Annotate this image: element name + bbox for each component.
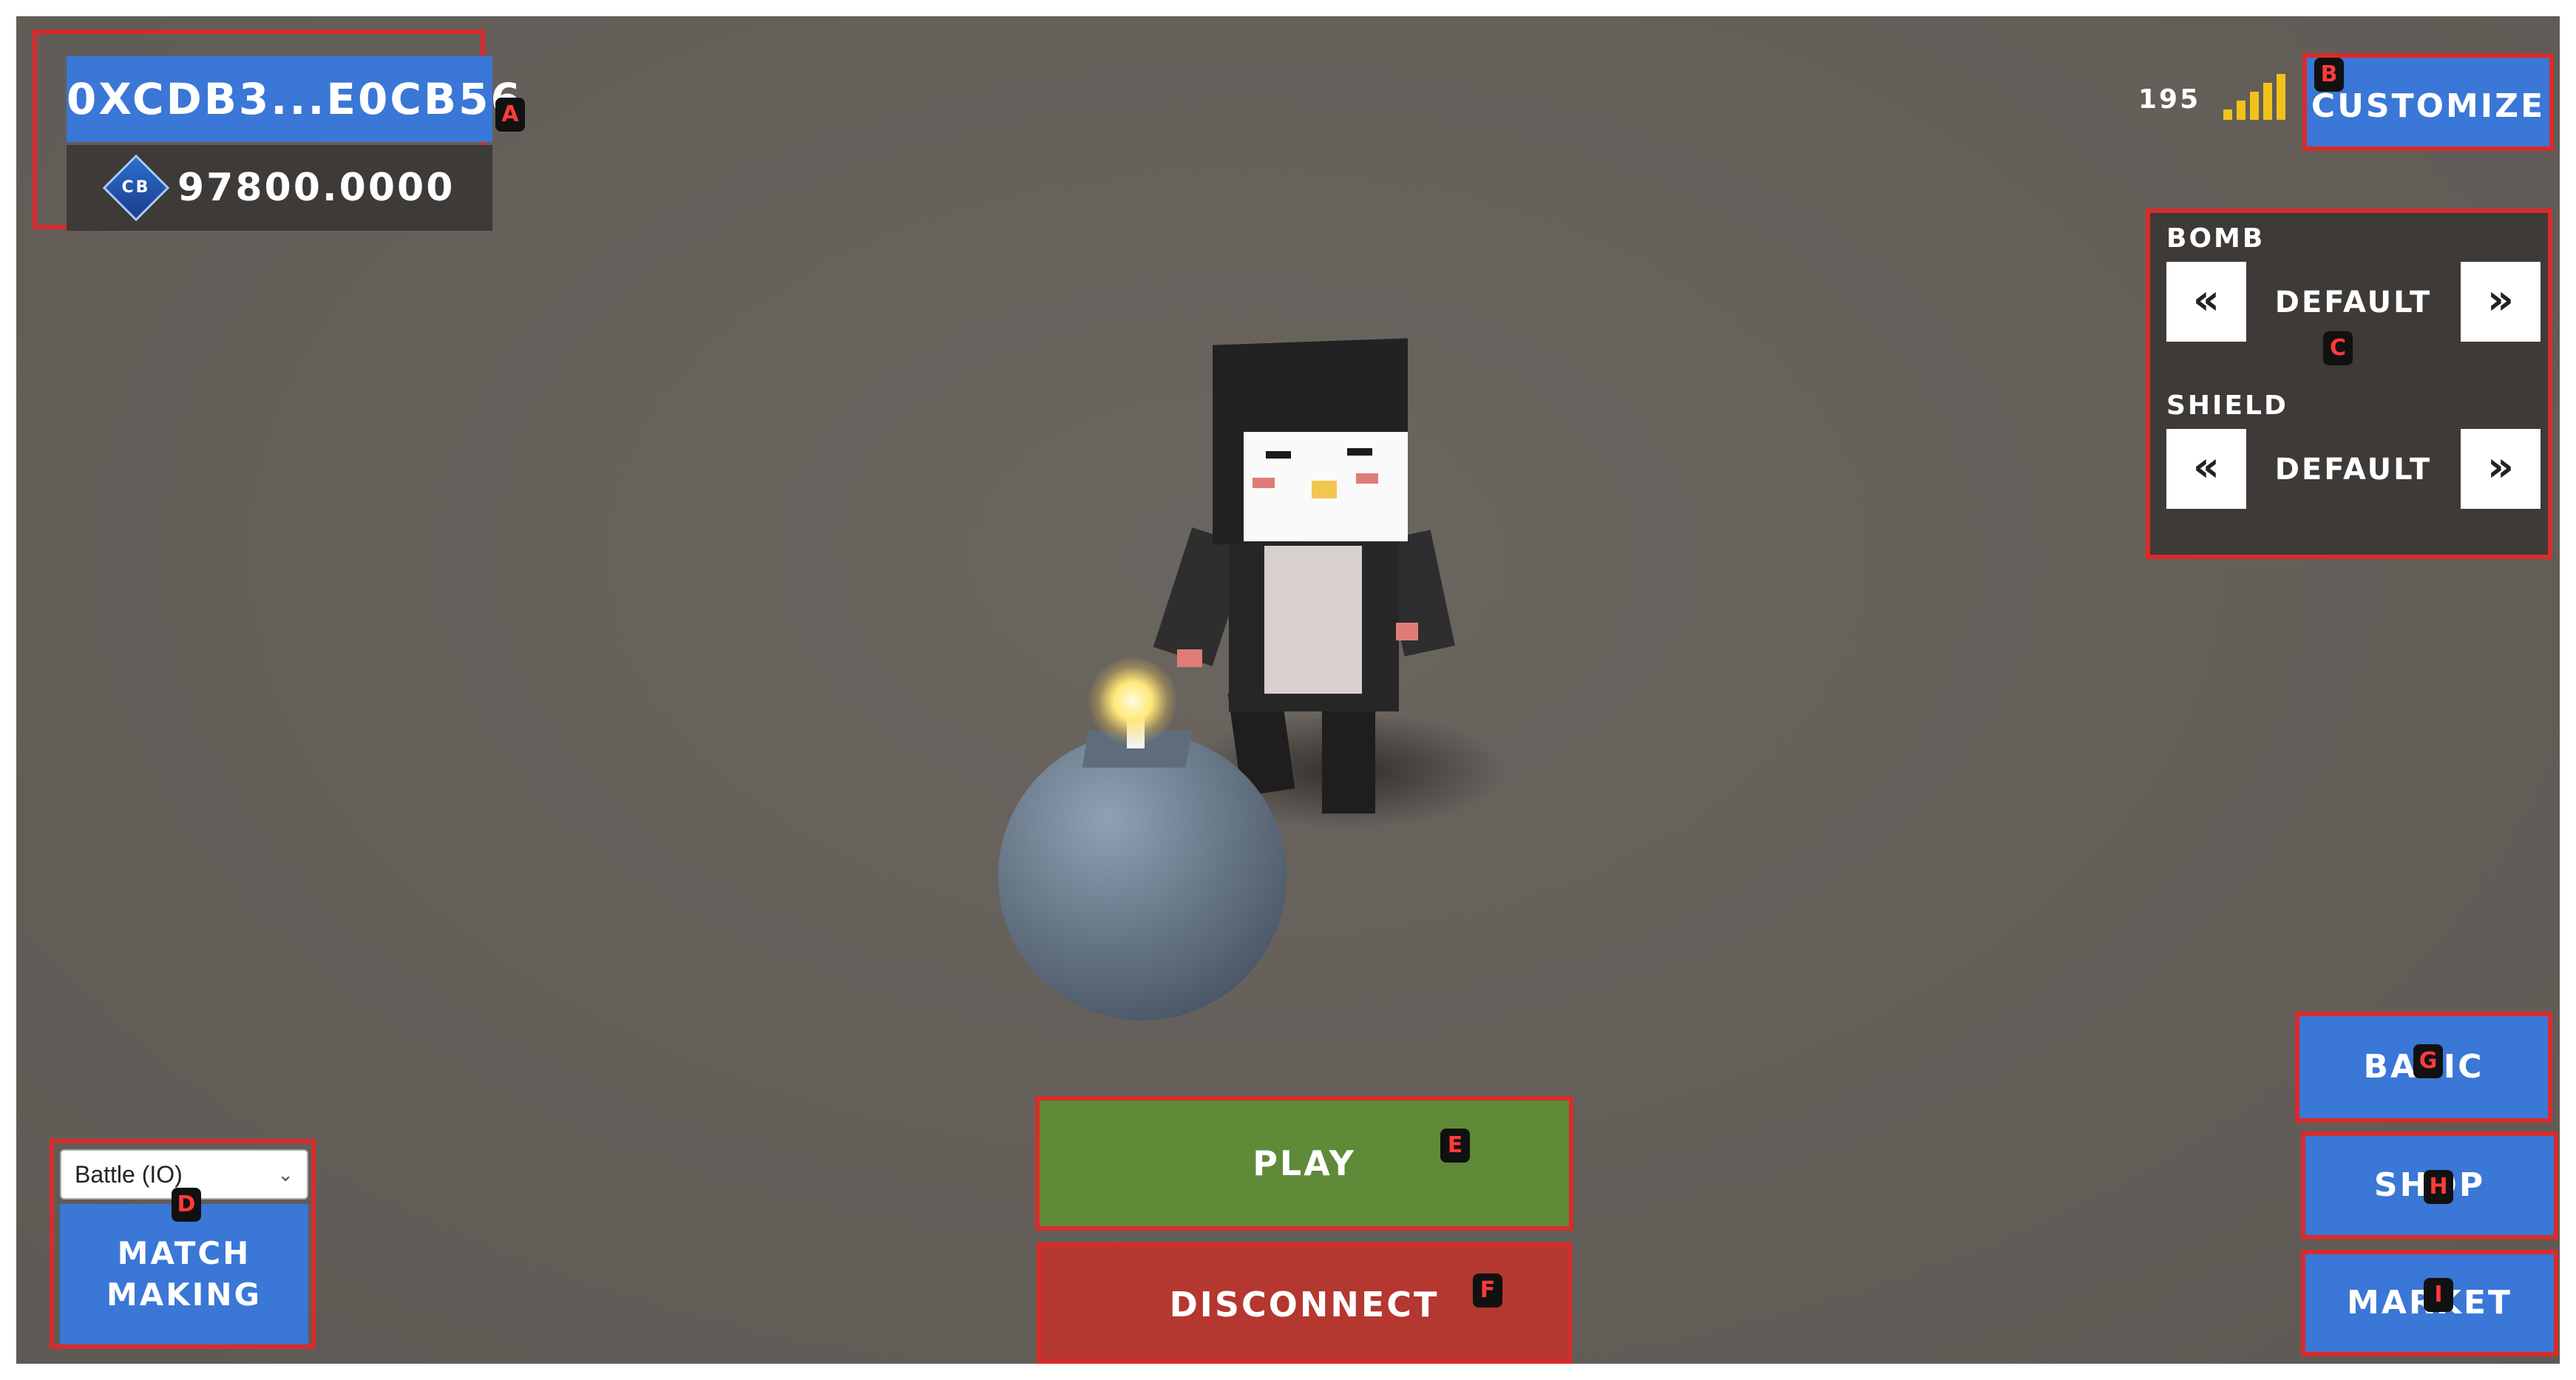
character-beak (1312, 481, 1337, 498)
marker-f: F (1473, 1274, 1502, 1308)
shield-prev-button[interactable]: « (2166, 429, 2246, 509)
matchmaking-label-line2: MAKING (106, 1276, 262, 1313)
play-button[interactable]: PLAY (1035, 1096, 1573, 1231)
character-left-hand (1177, 649, 1202, 667)
bomb-prev-button[interactable]: « (2166, 262, 2246, 342)
marker-a: A (495, 98, 525, 132)
coin-icon: CB (102, 154, 170, 222)
chevron-down-icon: ⌄ (277, 1163, 294, 1185)
marker-e: E (1440, 1129, 1470, 1163)
wallet-panel: 0XCDB3...E0CB56 CB 97800.0000 (33, 30, 521, 231)
marker-h: H (2424, 1170, 2453, 1204)
shield-label: SHIELD (2166, 390, 2288, 421)
bomb-label: BOMB (2166, 223, 2265, 254)
wallet-balance: 97800.0000 (177, 166, 455, 210)
bomb-selection: DEFAULT (2274, 285, 2433, 319)
bomb-next-button[interactable]: » (2461, 262, 2541, 342)
character-right-leg (1322, 703, 1375, 814)
marker-c: C (2323, 331, 2353, 365)
matchmaking-button[interactable]: MATCH MAKING (60, 1204, 308, 1345)
matchmaking-panel: Battle (IO) ⌄ MATCH MAKING (50, 1139, 316, 1349)
marker-g: G (2413, 1044, 2443, 1078)
marker-i: I (2424, 1278, 2453, 1312)
wallet-balance-row: CB 97800.0000 (67, 145, 492, 231)
character-right-eye (1347, 448, 1372, 456)
matchmaking-label-line1: MATCH (117, 1235, 251, 1271)
character-belly (1264, 546, 1362, 694)
character-right-hand (1396, 623, 1418, 640)
character-right-cheek (1356, 473, 1378, 484)
loadout-panel: BOMB « DEFAULT » SHIELD « DEFAULT » (2146, 209, 2552, 559)
signal-bars-icon (2223, 74, 2290, 120)
character-left-eye (1266, 451, 1291, 459)
game-mode-value: Battle (IO) (75, 1161, 183, 1188)
character-left-cheek (1253, 478, 1275, 488)
ping-value: 195 (2138, 84, 2201, 115)
bomb-model (998, 732, 1287, 1021)
game-viewport: 0XCDB3...E0CB56 CB 97800.0000 A 195 CUST… (16, 16, 2560, 1364)
wallet-address[interactable]: 0XCDB3...E0CB56 (67, 56, 521, 142)
shield-next-button[interactable]: » (2461, 429, 2541, 509)
marker-d: D (172, 1188, 201, 1222)
fuse-spark (1088, 657, 1177, 745)
marker-b: B (2314, 58, 2344, 92)
shield-selection: DEFAULT (2274, 453, 2433, 487)
